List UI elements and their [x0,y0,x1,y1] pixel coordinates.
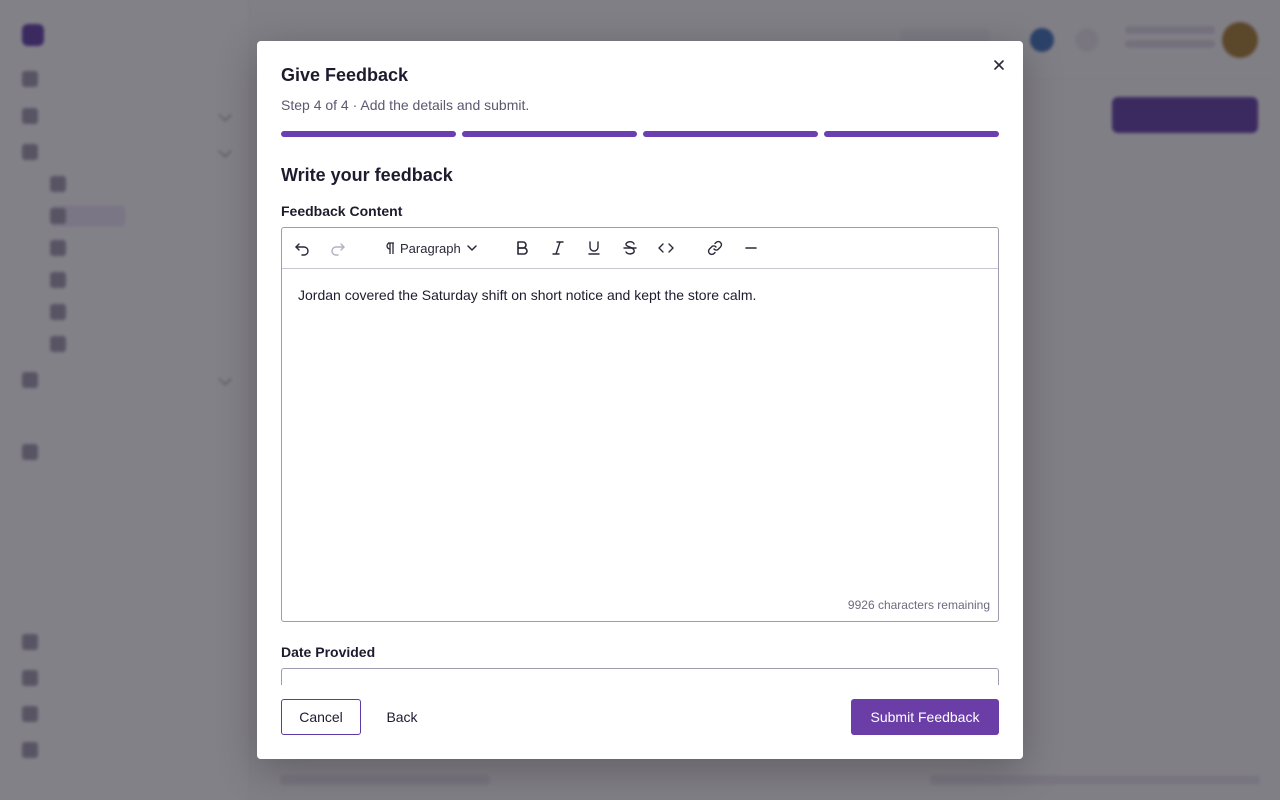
characters-remaining: 9926 characters remaining [847,598,990,612]
editor-toolbar: Paragraph [282,228,998,269]
redo-icon[interactable] [328,238,348,258]
feedback-content-label: Feedback Content [281,203,403,219]
pilcrow-icon [386,242,394,254]
step-indicator-2 [462,131,637,137]
chevron-down-icon [466,245,477,251]
step-indicator-3 [643,131,818,137]
section-title: Write your feedback [281,165,453,185]
modal-subtitle: Step 4 of 4 · Add the details and submit… [281,97,530,113]
strikethrough-icon[interactable] [620,238,640,258]
undo-icon[interactable] [292,238,312,258]
close-icon[interactable] [991,57,1007,73]
step-indicator-1 [281,131,456,137]
paragraph-style-select[interactable]: Paragraph [382,237,479,259]
step-indicator-4 [824,131,999,137]
back-button[interactable]: Back [375,699,429,735]
horizontal-rule-icon[interactable] [741,238,761,258]
bold-icon[interactable] [512,238,532,258]
cancel-button[interactable]: Cancel [281,699,361,735]
rich-text-editor[interactable]: Paragraph Jordan covered the Saturday sh… [281,227,999,622]
feedback-content-text[interactable]: Jordan covered the Saturday shift on sho… [298,287,756,303]
link-icon[interactable] [705,238,725,258]
modal-title: Give Feedback [281,65,409,85]
code-icon[interactable] [656,238,676,258]
modal-footer: Cancel Back Submit Feedback [257,685,1023,759]
underline-icon[interactable] [584,238,604,258]
step-progress [281,131,999,137]
date-provided-label: Date Provided [281,644,376,660]
paragraph-style-label: Paragraph [400,240,461,256]
submit-feedback-button[interactable]: Submit Feedback [851,699,999,735]
italic-icon[interactable] [548,238,568,258]
give-feedback-modal: Give Feedback Step 4 of 4 · Add the deta… [257,41,1023,759]
